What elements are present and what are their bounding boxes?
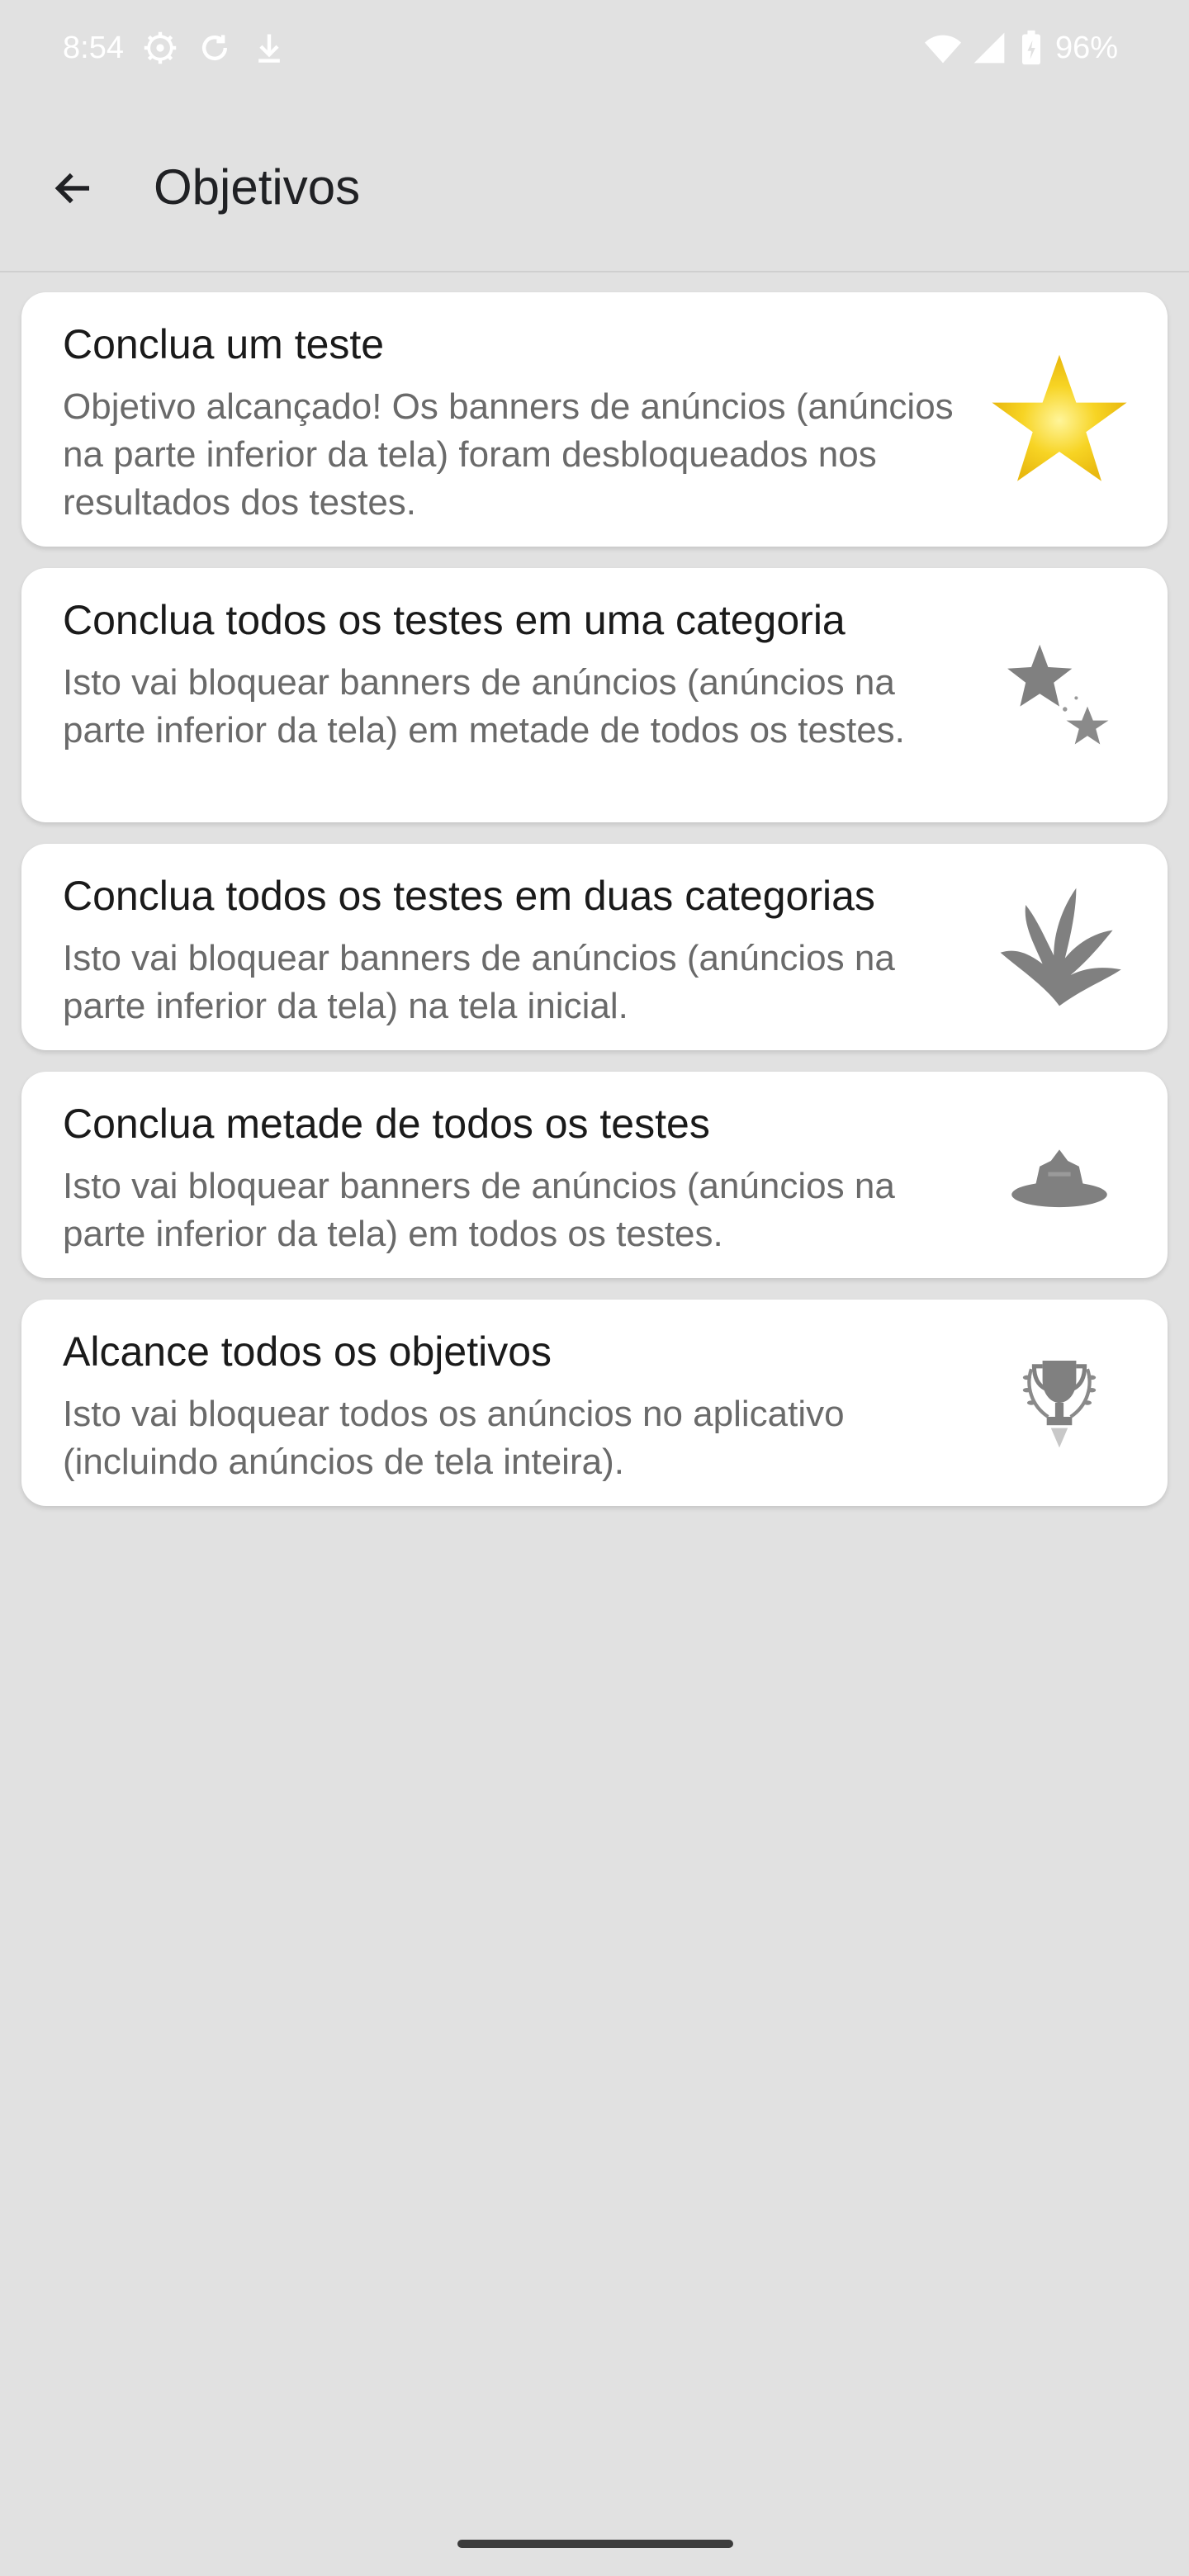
objective-card-complete-one-test[interactable]: Conclua um teste Objetivo alcançado! Os …: [21, 292, 1168, 547]
sync-icon: [197, 30, 233, 66]
objective-title: Conclua todos os testes em uma categoria: [63, 597, 846, 643]
status-bar: 8:54 96%: [0, 0, 1189, 109]
page-title: Objetivos: [154, 159, 361, 215]
fireworks-icon: [989, 877, 1130, 1017]
home-indicator[interactable]: [457, 2540, 733, 2548]
objective-title: Alcance todos os objetivos: [63, 1328, 552, 1375]
objective-title: Conclua um teste: [63, 321, 385, 367]
app-bar: Objetivos: [0, 109, 1189, 272]
objective-description: Isto vai bloquear banners de anúncios (a…: [63, 662, 905, 751]
objective-card-half-of-all-tests[interactable]: Conclua metade de todos os testes Isto v…: [21, 1072, 1168, 1278]
battery-percentage: 96%: [1054, 30, 1118, 65]
download-icon: [251, 30, 287, 66]
status-right: 96%: [923, 30, 1118, 66]
objective-description: Isto vai bloquear todos os anúncios no a…: [63, 1394, 845, 1482]
trophy-icon: [989, 1333, 1130, 1473]
objective-card-all-tests-two-categories[interactable]: Conclua todos os testes em duas categori…: [21, 844, 1168, 1050]
status-time: 8:54: [63, 30, 124, 65]
hat-icon: [989, 1105, 1130, 1245]
objective-description: Isto vai bloquear banners de anúncios (a…: [63, 938, 895, 1026]
objective-card-all-tests-one-category[interactable]: Conclua todos os testes em uma categoria…: [21, 568, 1168, 822]
wifi-icon: [923, 30, 961, 66]
gold-star-icon: [989, 349, 1130, 490]
objective-title: Conclua todos os testes em duas categori…: [63, 873, 875, 919]
objective-card-all-objectives[interactable]: Alcance todos os objetivos Isto vai bloq…: [21, 1300, 1168, 1506]
back-button[interactable]: [38, 154, 107, 223]
objective-title: Conclua metade de todos os testes: [63, 1101, 710, 1147]
two-stars-icon: [989, 625, 1130, 765]
objective-description: Objetivo alcançado! Os banners de anúnci…: [63, 386, 954, 523]
signal-icon: [971, 30, 1007, 66]
battery-icon: [1019, 30, 1044, 66]
settings-icon: [142, 30, 178, 66]
status-left: 8:54: [63, 30, 287, 66]
arrow-back-icon: [54, 173, 89, 204]
objective-description: Isto vai bloquear banners de anúncios (a…: [63, 1166, 895, 1254]
